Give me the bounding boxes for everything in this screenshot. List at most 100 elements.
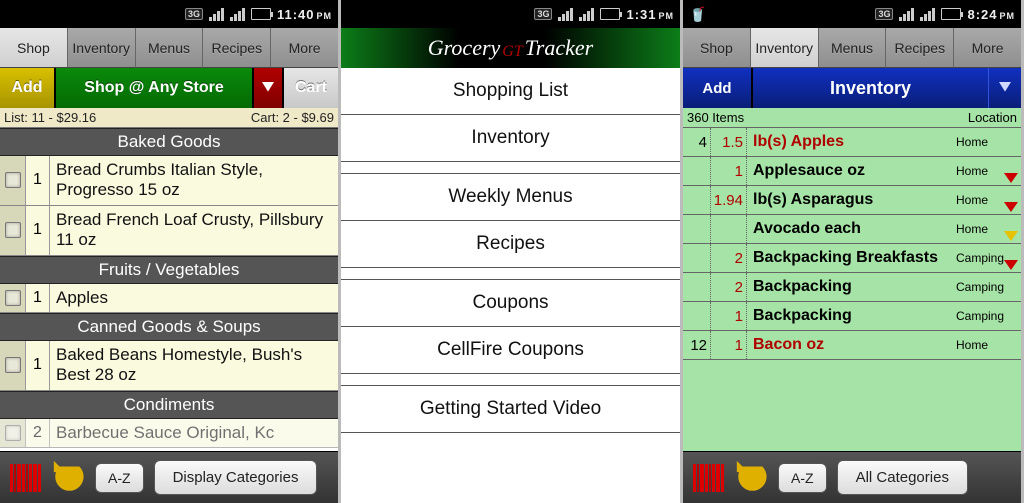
item-name: Baked Beans Homestyle, Bush's Best 28 oz bbox=[50, 341, 338, 390]
wifi-icon bbox=[920, 7, 935, 21]
have-qty bbox=[683, 302, 711, 330]
table-row[interactable]: 1.94lb(s) AsparagusHome bbox=[683, 186, 1021, 215]
menu-inventory[interactable]: Inventory bbox=[341, 115, 680, 162]
threeg-icon: 3G bbox=[534, 8, 552, 20]
location: Home bbox=[953, 128, 1021, 156]
qty: 1 bbox=[26, 284, 50, 312]
list-info-bar: List: 11 - $29.16 Cart: 2 - $9.69 bbox=[0, 108, 338, 128]
battery-icon bbox=[251, 8, 271, 20]
table-row[interactable]: 2Backpacking BreakfastsCamping bbox=[683, 244, 1021, 273]
category-canned[interactable]: Canned Goods & Soups bbox=[0, 313, 338, 341]
need-qty: 1.5 bbox=[711, 128, 747, 156]
store-dropdown-icon[interactable] bbox=[254, 68, 282, 108]
category-condiments[interactable]: Condiments bbox=[0, 391, 338, 419]
list-total: List: 11 - $29.16 bbox=[4, 110, 96, 125]
menu-divider bbox=[341, 374, 680, 386]
sort-az-button[interactable]: A-Z bbox=[778, 463, 827, 493]
list-item[interactable]: 1 Apples bbox=[0, 284, 338, 313]
item-name: Barbecue Sauce Original, Kc bbox=[50, 419, 338, 447]
cart-total: Cart: 2 - $9.69 bbox=[251, 110, 334, 125]
item-name: lb(s) Apples bbox=[747, 128, 953, 156]
barcode-icon[interactable] bbox=[10, 464, 41, 492]
tab-recipes[interactable]: Recipes bbox=[203, 28, 271, 68]
table-row[interactable]: 41.5lb(s) ApplesHome bbox=[683, 128, 1021, 157]
tab-more[interactable]: More bbox=[954, 28, 1021, 68]
flag-icon bbox=[1004, 173, 1018, 183]
have-qty bbox=[683, 244, 711, 272]
menu-recipes[interactable]: Recipes bbox=[341, 221, 680, 268]
back-icon[interactable] bbox=[51, 458, 85, 497]
tab-shop[interactable]: Shop bbox=[683, 28, 751, 68]
app-title: Grocery GT Tracker bbox=[341, 28, 680, 68]
menu-weekly[interactable]: Weekly Menus bbox=[341, 174, 680, 221]
notification-icon: 🥤 bbox=[689, 6, 706, 23]
tab-more[interactable]: More bbox=[271, 28, 338, 68]
table-row[interactable]: 121Bacon ozHome bbox=[683, 331, 1021, 360]
main-menu: Shopping List Inventory Weekly Menus Rec… bbox=[341, 68, 680, 503]
action-row: Add Shop @ Any Store Cart bbox=[0, 68, 338, 108]
status-bar: 🥤 3G 8:24PM bbox=[683, 0, 1021, 28]
checkbox[interactable] bbox=[0, 341, 26, 390]
category-baked-goods[interactable]: Baked Goods bbox=[0, 128, 338, 156]
signal-icon bbox=[558, 7, 573, 21]
wifi-icon bbox=[579, 7, 594, 21]
menu-cellfire[interactable]: CellFire Coupons bbox=[341, 327, 680, 374]
need-qty: 2 bbox=[711, 273, 747, 301]
tab-menus[interactable]: Menus bbox=[136, 28, 204, 68]
list-item[interactable]: 2 Barbecue Sauce Original, Kc bbox=[0, 419, 338, 448]
qty: 1 bbox=[26, 341, 50, 390]
location-header: Location bbox=[968, 110, 1017, 125]
flag-icon bbox=[1004, 260, 1018, 270]
table-row[interactable]: 1Applesauce ozHome bbox=[683, 157, 1021, 186]
item-name: Backpacking bbox=[747, 302, 953, 330]
tab-recipes[interactable]: Recipes bbox=[886, 28, 954, 68]
status-bar: 3G 11:40PM bbox=[0, 0, 338, 28]
need-qty bbox=[711, 215, 747, 243]
inventory-title[interactable]: Inventory bbox=[753, 68, 989, 108]
qty: 1 bbox=[26, 206, 50, 255]
list-item[interactable]: 1 Bread French Loaf Crusty, Pillsbury 11… bbox=[0, 206, 338, 256]
table-row[interactable]: Avocado eachHome bbox=[683, 215, 1021, 244]
battery-icon bbox=[600, 8, 620, 20]
checkbox[interactable] bbox=[0, 284, 26, 312]
table-row[interactable]: 1BackpackingCamping bbox=[683, 302, 1021, 331]
tab-inventory[interactable]: Inventory bbox=[751, 28, 819, 68]
list-item[interactable]: 1 Baked Beans Homestyle, Bush's Best 28 … bbox=[0, 341, 338, 391]
barcode-icon[interactable] bbox=[693, 464, 724, 492]
add-button[interactable]: Add bbox=[683, 68, 753, 108]
item-name: Apples bbox=[50, 284, 338, 312]
add-button[interactable]: Add bbox=[0, 68, 56, 108]
checkbox[interactable] bbox=[0, 419, 26, 447]
cart-button[interactable]: Cart bbox=[282, 68, 338, 108]
bottom-toolbar: A-Z All Categories bbox=[683, 451, 1021, 503]
inventory-dropdown-icon[interactable] bbox=[989, 68, 1021, 108]
tab-shop[interactable]: Shop bbox=[0, 28, 68, 68]
sort-az-button[interactable]: A-Z bbox=[95, 463, 144, 493]
all-categories-button[interactable]: All Categories bbox=[837, 460, 968, 495]
bottom-toolbar: A-Z Display Categories bbox=[0, 451, 338, 503]
list-item[interactable]: 1 Bread Crumbs Italian Style, Progresso … bbox=[0, 156, 338, 206]
threeg-icon: 3G bbox=[185, 8, 203, 20]
table-row[interactable]: 2BackpackingCamping bbox=[683, 273, 1021, 302]
item-name: Applesauce oz bbox=[747, 157, 953, 185]
display-categories-button[interactable]: Display Categories bbox=[154, 460, 318, 495]
menu-coupons[interactable]: Coupons bbox=[341, 280, 680, 327]
menu-divider bbox=[341, 162, 680, 174]
tab-inventory[interactable]: Inventory bbox=[68, 28, 136, 68]
checkbox[interactable] bbox=[0, 156, 26, 205]
menu-getting-started[interactable]: Getting Started Video bbox=[341, 386, 680, 433]
status-bar: 3G 1:31PM bbox=[341, 0, 680, 28]
menu-shopping-list[interactable]: Shopping List bbox=[341, 68, 680, 115]
store-selector[interactable]: Shop @ Any Store bbox=[56, 68, 254, 108]
clock-time: 8:24PM bbox=[967, 7, 1015, 22]
shopping-list: Baked Goods 1 Bread Crumbs Italian Style… bbox=[0, 128, 338, 451]
tab-menus[interactable]: Menus bbox=[819, 28, 887, 68]
category-fruits[interactable]: Fruits / Vegetables bbox=[0, 256, 338, 284]
location: Home bbox=[953, 215, 1021, 243]
need-qty: 1 bbox=[711, 157, 747, 185]
have-qty: 12 bbox=[683, 331, 711, 359]
items-count: 360 Items bbox=[687, 110, 744, 125]
tabs-row: Shop Inventory Menus Recipes More bbox=[683, 28, 1021, 68]
back-icon[interactable] bbox=[734, 458, 768, 497]
checkbox[interactable] bbox=[0, 206, 26, 255]
